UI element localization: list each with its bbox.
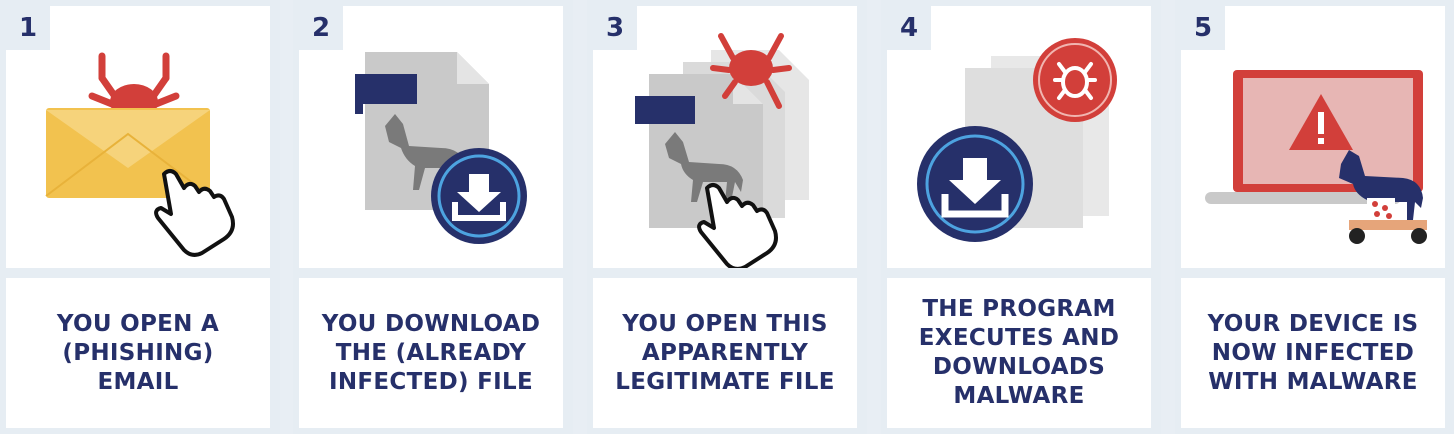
step-1-caption-card: YOU OPEN A (PHISHING) EMAIL [6, 278, 270, 428]
step-1-caption: YOU OPEN A (PHISHING) EMAIL [56, 310, 220, 395]
step-5: 5 YOUR DEVICE IS NOW INFECTED WITH MALWA… [1175, 0, 1454, 434]
step-2-illustration-card: 2 [299, 6, 563, 268]
step-3-number-badge: 3 [593, 6, 637, 50]
step-3: 3 YOU OPEN THIS APPARENTLY LEGITIMATE FI… [587, 0, 867, 434]
step-3-caption: YOU OPEN THIS APPARENTLY LEGITIMATE FILE [615, 310, 835, 395]
step-4: 4 THE PROGRAM EXECUTES AND DOWNLOADS MAL… [881, 0, 1161, 434]
step-1-number-badge: 1 [6, 6, 50, 50]
step-4-caption: THE PROGRAM EXECUTES AND DOWNLOADS MALWA… [918, 296, 1120, 409]
step-2-caption: YOU DOWNLOAD THE (ALREADY INFECTED) FILE [321, 310, 541, 395]
malware-bug-icon [1033, 38, 1117, 122]
step-2-number-badge: 2 [299, 6, 343, 50]
step-3-illustration-card: 3 [593, 6, 857, 268]
step-5-caption-card: YOUR DEVICE IS NOW INFECTED WITH MALWARE [1181, 278, 1445, 428]
step-2-caption-card: YOU DOWNLOAD THE (ALREADY INFECTED) FILE [299, 278, 563, 428]
step-3-caption-card: YOU OPEN THIS APPARENTLY LEGITIMATE FILE [593, 278, 857, 428]
step-2: 2 YOU DOWNLOAD THE (ALREADY INFECTED) FI… [293, 0, 573, 434]
step-1: 1 YOU OPEN A (PHISHING) EMAIL [0, 0, 280, 434]
download-icon [917, 126, 1033, 242]
step-5-number-badge: 5 [1181, 6, 1225, 50]
download-icon [431, 148, 527, 244]
step-5-caption: YOUR DEVICE IS NOW INFECTED WITH MALWARE [1207, 310, 1419, 395]
step-1-illustration-card: 1 [6, 6, 270, 268]
hand-cursor-icon [154, 169, 235, 257]
step-5-illustration-card: 5 [1181, 6, 1445, 268]
step-4-number-badge: 4 [887, 6, 931, 50]
step-4-caption-card: THE PROGRAM EXECUTES AND DOWNLOADS MALWA… [887, 278, 1151, 428]
infection-steps-diagram: 1 YOU OPEN A (PHISHING) EMAIL 2 YOU DOWN… [0, 0, 1454, 434]
step-4-illustration-card: 4 [887, 6, 1151, 268]
